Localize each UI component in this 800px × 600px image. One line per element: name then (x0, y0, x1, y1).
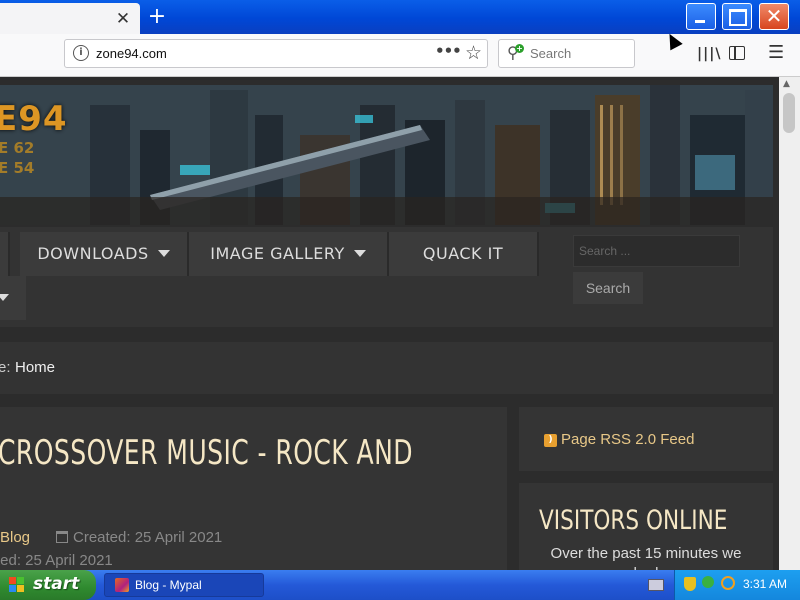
visitors-title: VISITORS ONLINE (539, 505, 728, 536)
url-text[interactable]: zone94.com (96, 46, 167, 61)
sidebar-toggle-icon[interactable] (729, 46, 745, 60)
created-date: Created: 25 April 2021 (73, 529, 223, 546)
menu-item-downloads[interactable]: DOWNLOADS (20, 232, 189, 276)
menu-item-more[interactable] (0, 276, 26, 320)
system-tray: 3:31 AM (674, 570, 800, 600)
page-actions-icon[interactable]: ••• (435, 42, 462, 60)
new-tab-button[interactable]: + (143, 4, 171, 30)
visitors-text: Over the past 15 minutes we (550, 545, 742, 562)
breadcrumb-prefix: e: (0, 359, 11, 376)
network-icon[interactable] (702, 576, 714, 588)
mypal-icon (115, 578, 129, 592)
menu-item-image-gallery[interactable]: IMAGE GALLERY (189, 232, 389, 276)
caret-down-icon (353, 250, 366, 257)
close-window-button[interactable]: ✕ (759, 3, 789, 30)
scroll-up-icon[interactable]: ▲ (783, 79, 790, 89)
header-banner: E94 E 62 E 54 (0, 85, 773, 225)
taskbar-item-blog[interactable]: Blog - Mypal (104, 573, 264, 597)
scroll-thumb[interactable] (783, 93, 795, 133)
rss-feed-link[interactable]: Page RSS 2.0 Feed (561, 431, 694, 448)
category-link[interactable]: Blog (0, 529, 30, 546)
logo-subtext: E 62 (0, 139, 35, 157)
rss-icon: ) (544, 434, 557, 447)
calendar-icon (56, 531, 68, 543)
browser-titlebar: ✕ + ✕ (0, 0, 800, 34)
browser-tab[interactable]: ✕ (0, 3, 140, 34)
site-menubar: DOWNLOADS IMAGE GALLERY QUACK IT Search … (0, 227, 773, 327)
menu-item-label: DOWNLOADS (37, 244, 149, 263)
hamburger-menu-icon[interactable]: ☰ (768, 42, 784, 63)
windows-flag-icon (9, 577, 25, 593)
city-skyline-image (0, 85, 773, 225)
bookmark-star-icon[interactable]: ☆ (465, 42, 482, 64)
caret-down-icon (157, 250, 170, 257)
minimize-button[interactable] (686, 3, 716, 30)
created-date: ted: 25 April 2021 (0, 552, 113, 569)
library-icon[interactable]: |||\ (697, 46, 721, 62)
search-tray-icon[interactable] (721, 576, 735, 590)
keyboard-icon[interactable] (648, 579, 664, 591)
site-search-input[interactable]: Search ... (573, 235, 740, 267)
tab-close-icon[interactable]: ✕ (112, 8, 134, 30)
close-icon: ✕ (765, 4, 783, 28)
site-search-placeholder: Search ... (579, 244, 631, 258)
info-icon[interactable]: i (73, 45, 89, 61)
start-label: start (33, 574, 80, 594)
caret-down-icon (0, 294, 9, 301)
clock: 3:31 AM (743, 577, 788, 591)
web-page: E94 E 62 E 54 DOWNLOADS IMAGE GALLERY QU… (0, 77, 779, 570)
logo-subtext: E 54 (0, 159, 35, 177)
security-shield-icon[interactable] (684, 577, 696, 591)
menu-item-quack-it[interactable]: QUACK IT (389, 232, 539, 276)
article-title[interactable]: CROSSOVER MUSIC - ROCK AND (0, 433, 413, 473)
article-card: CROSSOVER MUSIC - ROCK AND Blog Created:… (0, 407, 507, 570)
browser-search-input[interactable]: ⚲ + Search (498, 39, 635, 68)
site-logo[interactable]: E94 (0, 99, 68, 139)
url-bar[interactable]: i zone94.com ••• ☆ (64, 39, 488, 68)
rss-module: ) Page RSS 2.0 Feed (519, 407, 773, 471)
search-placeholder: Search (530, 46, 572, 61)
menu-item-label: QUACK IT (422, 244, 504, 263)
start-button[interactable]: start (0, 570, 96, 600)
taskbar-item-label: Blog - Mypal (135, 578, 202, 592)
page-scrollbar[interactable]: ▲ (779, 77, 800, 570)
site-search-button[interactable]: Search (573, 272, 643, 304)
taskbar: start Blog - Mypal 3:31 AM (0, 570, 800, 600)
visitors-module: VISITORS ONLINE Over the past 15 minutes… (519, 483, 773, 570)
maximize-icon (729, 9, 747, 26)
add-search-engine-icon: + (515, 44, 524, 53)
menu-item-edge[interactable] (0, 232, 10, 276)
breadcrumb: e: Home (0, 342, 773, 394)
menu-item-label: IMAGE GALLERY (210, 244, 345, 263)
breadcrumb-home-link[interactable]: Home (15, 359, 55, 376)
maximize-button[interactable] (722, 3, 752, 30)
minimize-icon (695, 20, 705, 23)
